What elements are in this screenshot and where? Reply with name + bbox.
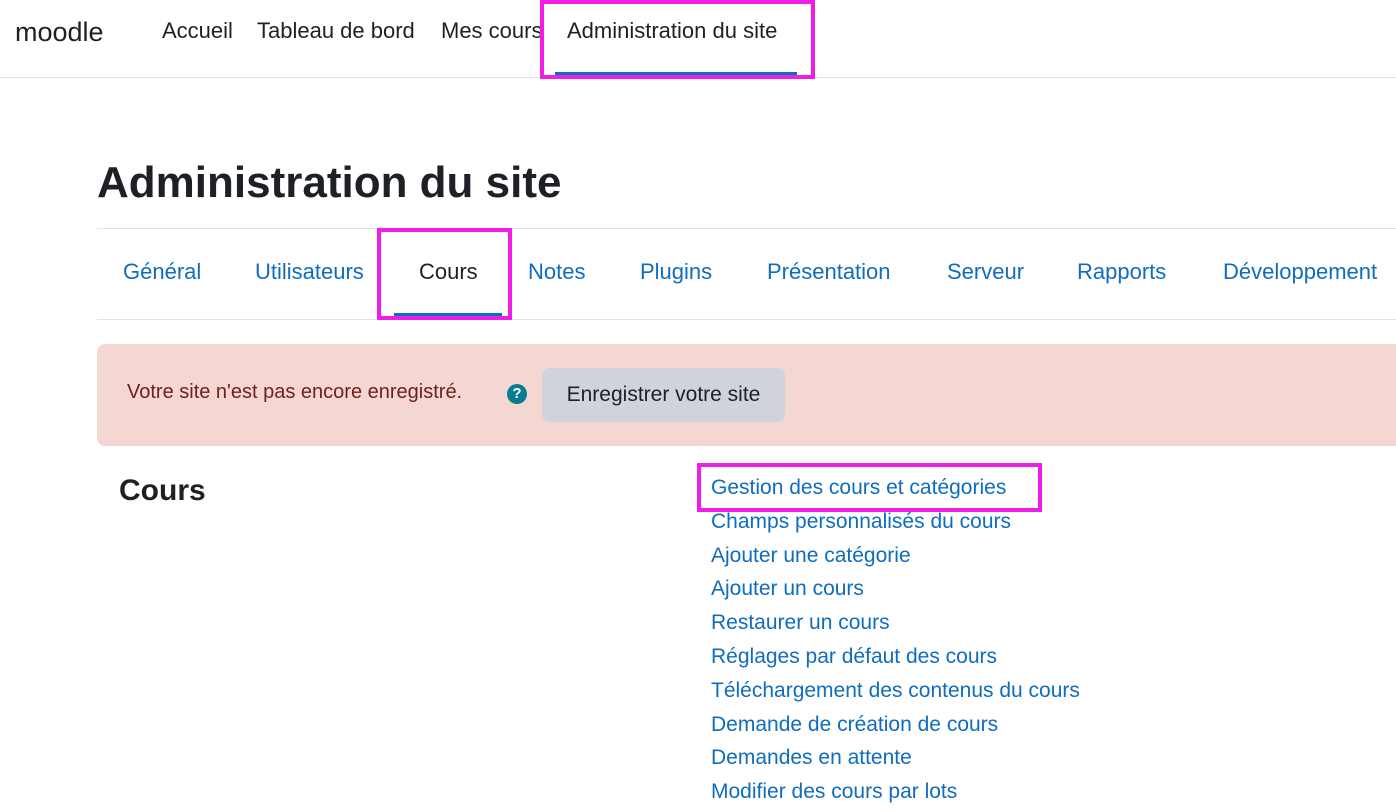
link-ajouter-cours[interactable]: Ajouter un cours [711, 574, 1080, 608]
tab-plugins[interactable]: Plugins [640, 259, 712, 285]
link-restaurer-cours[interactable]: Restaurer un cours [711, 608, 1080, 642]
nav-item-mes-cours[interactable]: Mes cours [441, 18, 542, 44]
nav-item-administration-du-site[interactable]: Administration du site [567, 18, 777, 44]
registration-alert: Votre site n'est pas encore enregistré. … [97, 344, 1396, 446]
tab-serveur[interactable]: Serveur [947, 259, 1024, 285]
link-demande-creation[interactable]: Demande de création de cours [711, 710, 1080, 744]
link-modifier-cours-lots[interactable]: Modifier des cours par lots [711, 777, 1080, 811]
link-gestion-cours-categories[interactable]: Gestion des cours et catégories [711, 473, 1080, 507]
question-circle-icon[interactable]: ? [507, 384, 527, 404]
tab-rapports[interactable]: Rapports [1077, 259, 1166, 285]
course-links-list: Gestion des cours et catégories Champs p… [711, 473, 1080, 811]
site-brand[interactable]: moodle [15, 17, 104, 48]
tab-notes[interactable]: Notes [528, 259, 585, 285]
top-navbar: moodle Accueil Tableau de bord Mes cours… [0, 0, 1396, 78]
section-title: Cours [119, 474, 206, 507]
link-telechargement-contenus[interactable]: Téléchargement des contenus du cours [711, 676, 1080, 710]
tab-general[interactable]: Général [123, 259, 201, 285]
nav-item-accueil[interactable]: Accueil [162, 18, 233, 44]
tab-developpement[interactable]: Développement [1223, 259, 1377, 285]
tab-utilisateurs[interactable]: Utilisateurs [255, 259, 364, 285]
link-reglages-defaut[interactable]: Réglages par défaut des cours [711, 642, 1080, 676]
tab-presentation[interactable]: Présentation [767, 259, 891, 285]
page-title: Administration du site [97, 158, 562, 207]
admin-tabs: Général Utilisateurs Cours Notes Plugins… [97, 228, 1396, 320]
tab-active-indicator [394, 313, 502, 316]
register-site-button[interactable]: Enregistrer votre site [542, 368, 785, 422]
nav-active-indicator [555, 72, 797, 75]
tab-cours[interactable]: Cours [419, 259, 478, 285]
alert-message: Votre site n'est pas encore enregistré. [127, 381, 463, 403]
link-champs-personnalises[interactable]: Champs personnalisés du cours [711, 507, 1080, 541]
link-ajouter-categorie[interactable]: Ajouter une catégorie [711, 541, 1080, 575]
nav-item-tableau-de-bord[interactable]: Tableau de bord [257, 18, 415, 44]
link-demandes-attente[interactable]: Demandes en attente [711, 743, 1080, 777]
